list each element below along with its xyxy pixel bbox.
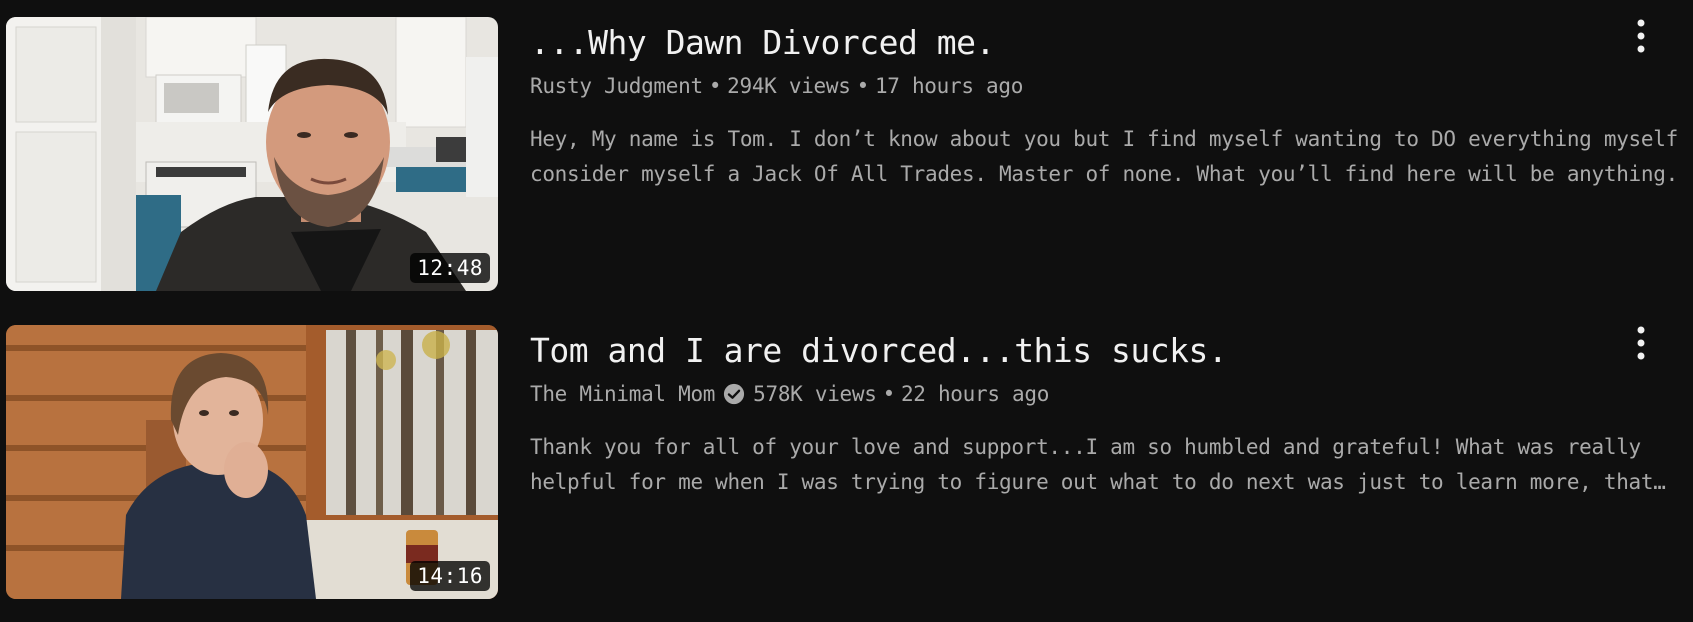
video-thumbnail[interactable]: 12:48 <box>6 17 498 291</box>
upload-age: 22 hours ago <box>900 382 1050 406</box>
verified-check-icon <box>724 383 745 405</box>
more-actions-button[interactable] <box>1623 325 1659 361</box>
description-line: Thank you for all of your love and suppo… <box>530 435 1641 459</box>
video-details: Tom and I are divorced...this sucks. The… <box>530 325 1680 599</box>
more-vert-icon <box>1637 326 1645 360</box>
thumbnail-image-cabin <box>6 325 498 599</box>
video-result: 14:16 Tom and I are divorced...this suck… <box>6 325 1686 599</box>
meta-separator: • <box>882 382 896 406</box>
video-details: ...Why Dawn Divorced me. Rusty Judgment … <box>530 17 1680 291</box>
more-actions-button[interactable] <box>1623 18 1659 54</box>
video-description: Thank you for all of your love and suppo… <box>530 430 1680 500</box>
video-description: Hey, My name is Tom. I don’t know about … <box>530 122 1680 192</box>
video-thumbnail[interactable]: 14:16 <box>6 325 498 599</box>
video-title[interactable]: Tom and I are divorced...this sucks. <box>530 331 1680 371</box>
search-results: 12:48 ...Why Dawn Divorced me. Rusty Jud… <box>0 0 1693 622</box>
video-metadata: Rusty Judgment • 294K views • 17 hours a… <box>530 71 1680 101</box>
video-result: 12:48 ...Why Dawn Divorced me. Rusty Jud… <box>6 17 1686 291</box>
view-count: 578K views <box>753 382 877 406</box>
video-duration: 12:48 <box>410 253 490 283</box>
description-line: helpful for me when I was trying to figu… <box>530 470 1666 494</box>
video-duration: 14:16 <box>410 561 490 591</box>
description-line: Hey, My name is Tom. I don’t know about … <box>530 127 1680 151</box>
meta-separator: • <box>708 74 722 98</box>
meta-separator: • <box>856 74 870 98</box>
video-metadata: The Minimal Mom 578K views • 22 hours ag… <box>530 379 1680 409</box>
description-line: consider myself a Jack Of All Trades. Ma… <box>530 162 1680 186</box>
channel-name[interactable]: Rusty Judgment <box>530 71 703 101</box>
thumbnail-image-kitchen <box>6 17 498 291</box>
view-count: 294K views <box>727 74 851 98</box>
channel-name[interactable]: The Minimal Mom <box>530 379 715 409</box>
video-title[interactable]: ...Why Dawn Divorced me. <box>530 23 1680 63</box>
more-vert-icon <box>1637 19 1645 53</box>
upload-age: 17 hours ago <box>874 74 1024 98</box>
